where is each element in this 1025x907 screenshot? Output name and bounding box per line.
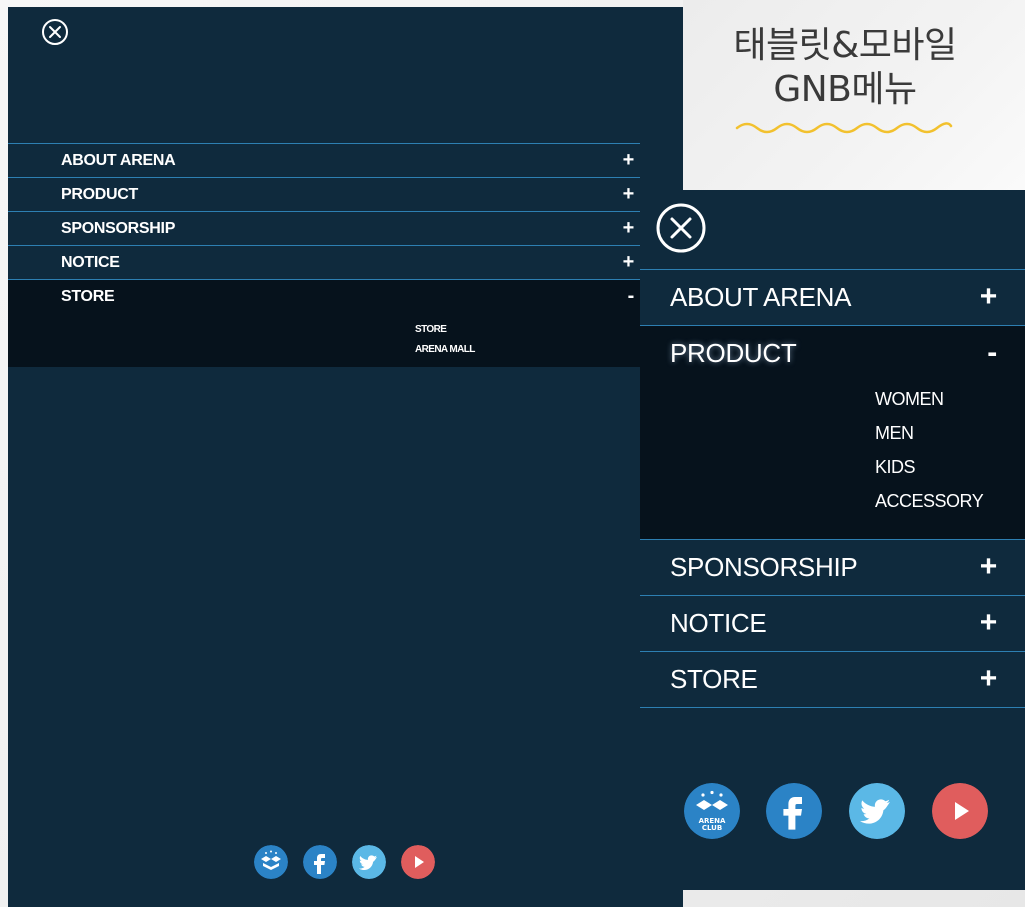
menu-item-label: NOTICE [61, 254, 120, 271]
tablet-menu-item-about-arena[interactable]: ABOUT ARENA + [8, 143, 640, 177]
mobile-menu: ABOUT ARENA + PRODUCT - WOMEN MEN KIDS A… [640, 269, 1025, 708]
arena-club-icon[interactable] [254, 845, 288, 879]
expand-icon[interactable]: + [980, 606, 998, 640]
mobile-menu-item-store[interactable]: STORE + [640, 651, 1025, 708]
expand-icon[interactable]: + [623, 149, 635, 172]
tablet-menu-item-sponsorship[interactable]: SPONSORSHIP + [8, 211, 640, 245]
twitter-icon[interactable] [849, 783, 905, 839]
submenu-item-arena-mall[interactable]: ARENA MALL [415, 344, 475, 355]
submenu-item-store[interactable]: STORE [415, 324, 447, 335]
menu-item-label: STORE [61, 288, 115, 305]
menu-item-label: PRODUCT [670, 338, 797, 368]
menu-item-label: SPONSORSHIP [670, 552, 858, 582]
page-title: 태블릿&모바일 GNB메뉴 [700, 24, 990, 112]
mobile-menu-item-about-arena[interactable]: ABOUT ARENA + [640, 269, 1025, 325]
menu-item-label: ABOUT ARENA [61, 152, 176, 169]
collapse-icon[interactable]: - [628, 285, 635, 308]
menu-item-label: NOTICE [670, 608, 767, 638]
title-line-1: 태블릿&모바일 [733, 25, 957, 66]
submenu-item-men[interactable]: MEN [875, 423, 914, 444]
menu-item-label: SPONSORSHIP [61, 220, 176, 237]
arena-club-icon[interactable]: ARENA CLUB [684, 783, 740, 839]
facebook-icon[interactable] [766, 783, 822, 839]
tablet-menu-item-notice[interactable]: NOTICE + [8, 245, 640, 279]
submenu-item-kids[interactable]: KIDS [875, 457, 916, 478]
mobile-menu-item-notice[interactable]: NOTICE + [640, 595, 1025, 651]
mobile-submenu-product: WOMEN MEN KIDS ACCESSORY [640, 381, 1025, 539]
expand-icon[interactable]: + [623, 217, 635, 240]
expand-icon[interactable]: + [980, 662, 998, 696]
facebook-icon[interactable] [303, 845, 337, 879]
tablet-menu-item-store[interactable]: STORE - [8, 279, 640, 313]
menu-item-label: PRODUCT [61, 186, 139, 203]
tablet-menu-item-product[interactable]: PRODUCT + [8, 177, 640, 211]
collapse-icon[interactable]: - [987, 336, 997, 370]
arena-club-label-bottom: CLUB [702, 824, 722, 832]
menu-item-label: ABOUT ARENA [670, 282, 852, 312]
expand-icon[interactable]: + [623, 183, 635, 206]
twitter-icon[interactable] [352, 845, 386, 879]
mobile-menu-item-sponsorship[interactable]: SPONSORSHIP + [640, 539, 1025, 595]
tablet-menu: ABOUT ARENA + PRODUCT + SPONSORSHIP + NO… [8, 143, 640, 367]
tablet-submenu-store: STORE ARENA MALL [8, 313, 640, 367]
submenu-item-accessory[interactable]: ACCESSORY [875, 491, 984, 512]
mobile-gnb-panel: ABOUT ARENA + PRODUCT - WOMEN MEN KIDS A… [640, 190, 1025, 890]
mobile-menu-item-product[interactable]: PRODUCT - [640, 325, 1025, 381]
close-circle-icon[interactable] [655, 202, 707, 254]
expand-icon[interactable]: + [980, 280, 998, 314]
youtube-icon[interactable] [932, 783, 988, 839]
submenu-item-women[interactable]: WOMEN [875, 389, 944, 410]
expand-icon[interactable]: + [623, 251, 635, 274]
close-circle-icon[interactable] [41, 18, 69, 46]
wave-underline [735, 122, 953, 134]
youtube-icon[interactable] [401, 845, 435, 879]
title-line-2: GNB메뉴 [773, 69, 917, 110]
expand-icon[interactable]: + [980, 550, 998, 584]
tablet-gnb-panel: ABOUT ARENA + PRODUCT + SPONSORSHIP + NO… [8, 7, 683, 907]
menu-item-label: STORE [670, 664, 758, 694]
